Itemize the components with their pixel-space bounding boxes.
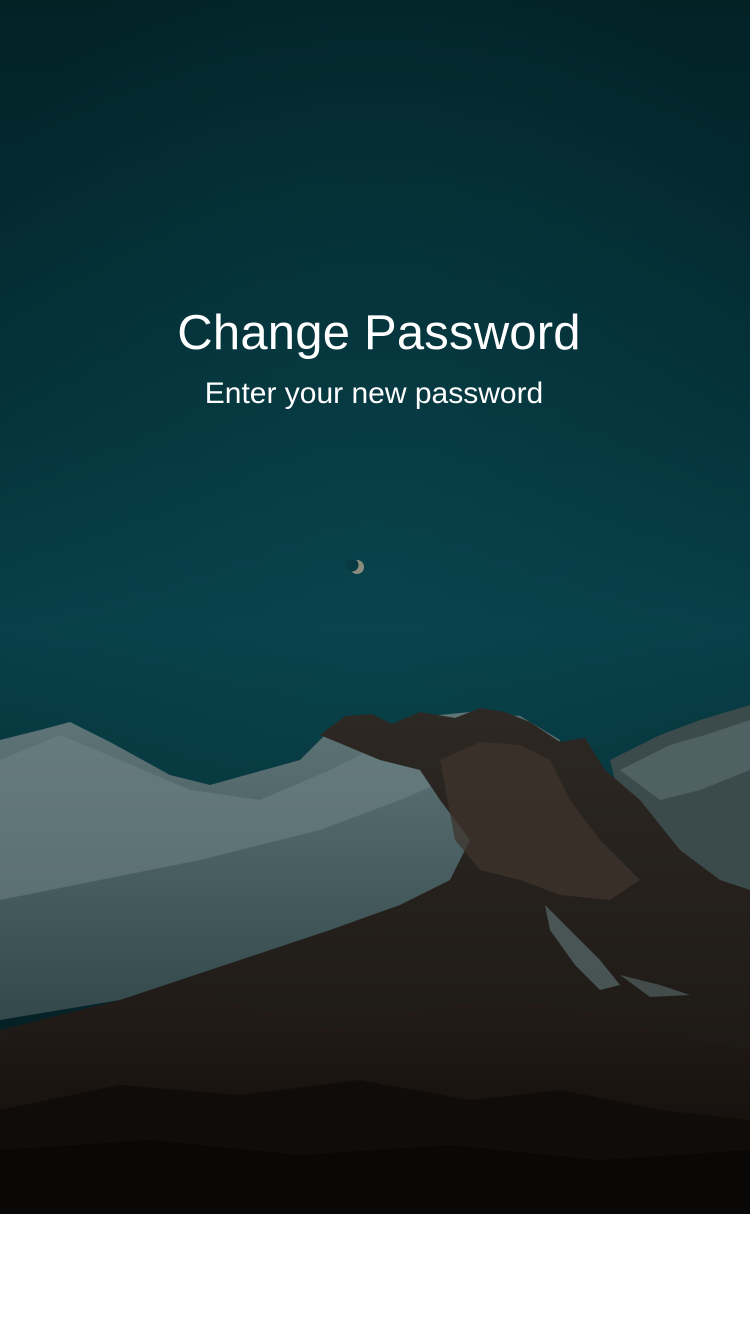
change-password-screen: Change Password Enter your new password xyxy=(0,0,750,1334)
page-subtitle: Enter your new password xyxy=(204,377,544,410)
page-title: Change Password xyxy=(177,306,581,360)
background-image: Change Password Enter your new password xyxy=(0,0,750,1214)
bottom-panel xyxy=(0,1214,750,1334)
mountain-landscape xyxy=(0,0,750,1214)
